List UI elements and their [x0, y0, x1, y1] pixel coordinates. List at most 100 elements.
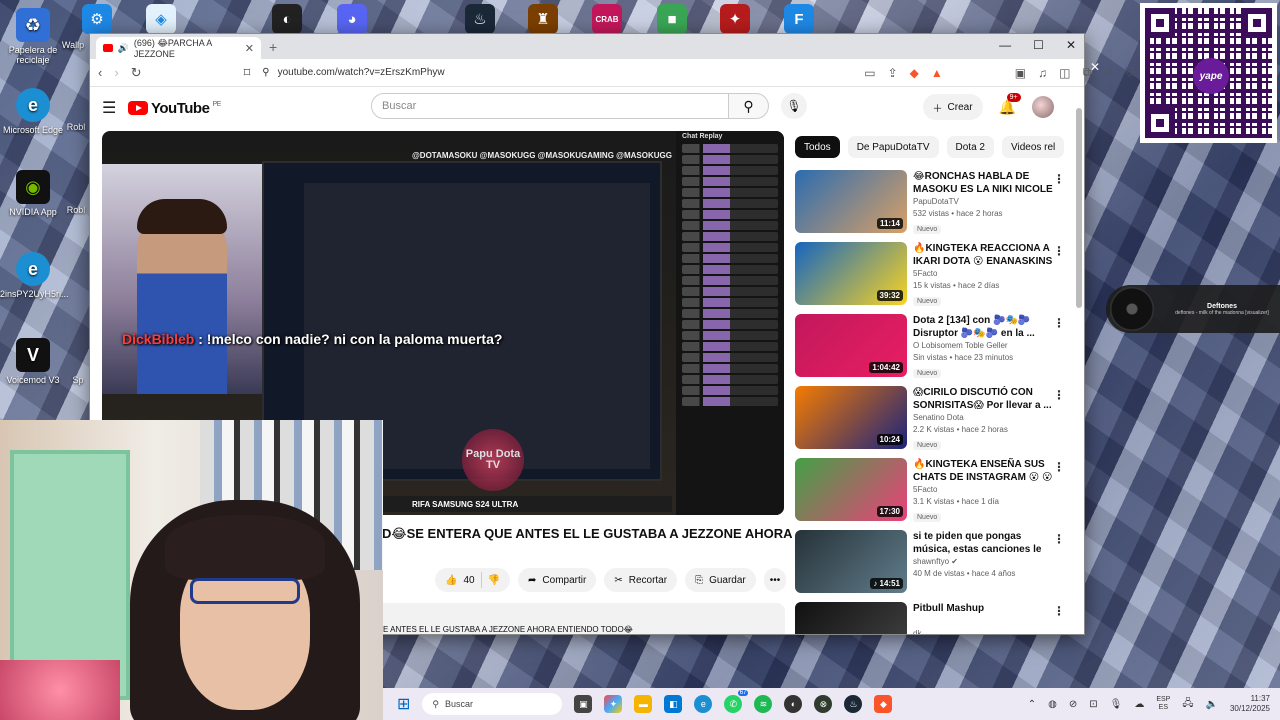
steam-icon[interactable]: ♨ [465, 4, 495, 34]
vpn-icon[interactable]: ⛉ [1125, 65, 1134, 80]
share-icon[interactable]: ⇪ [888, 66, 898, 80]
microsoft-store-icon[interactable]: ◧ [664, 695, 683, 713]
desktop-icon-edge-shortcut[interactable]: e 2insPY2UyH5ri... [0, 252, 69, 299]
file-explorer-icon[interactable]: ▬ [634, 695, 653, 713]
brave-shields-icon[interactable]: ◆ [910, 66, 919, 80]
music-icon[interactable]: ♫ [1038, 66, 1047, 80]
video-thumbnail[interactable]: 1:04:42 [795, 314, 907, 377]
recommendation-item[interactable]: ♪ 14:51 si te piden que pongas música, e… [795, 530, 1065, 602]
recommendation-item[interactable]: 1:04:42 Dota 2 [134] con 🫐🎭🫐 Disruptor 🫐… [795, 314, 1065, 386]
save-button[interactable]: ⎘ Guardar [685, 568, 756, 592]
mute-icon[interactable]: ⊘ [1069, 699, 1077, 710]
maximize-icon[interactable]: ☐ [1033, 38, 1044, 52]
tray-app-icon[interactable]: ◍ [1048, 699, 1057, 710]
site-settings-icon[interactable]: ⚲ [262, 67, 269, 78]
speaker-icon[interactable]: 🔊 [118, 43, 129, 54]
clock[interactable]: 11:37 30/12/2025 [1230, 694, 1270, 714]
desktop-icon-nvidia[interactable]: ◉ NVIDIA App [0, 170, 66, 217]
description-box[interactable]: E ANTES EL LE GUSTABA A JEZZONE AHORA EN… [375, 603, 785, 634]
new-tab-icon[interactable]: + [269, 39, 277, 55]
notifications-button[interactable]: 🔔 9+ [999, 92, 1021, 116]
like-icon[interactable]: 👍 [445, 575, 457, 586]
youtube-logo[interactable]: YouTube PE [128, 100, 221, 117]
windows-start-icon[interactable]: ⊞ [397, 694, 410, 714]
reload-icon[interactable]: ↻ [131, 65, 142, 81]
window-close-icon[interactable]: ✕ [1066, 38, 1076, 52]
desktop-icon-voicemod[interactable]: V Voicemod V3 [0, 338, 66, 385]
more-vertical-icon[interactable]: ⋮ [1053, 172, 1065, 186]
recommendation-title[interactable]: 🔥KINGTEKA ENSEÑA SUS CHATS DE INSTAGRAM … [913, 458, 1053, 484]
recommendation-item[interactable]: 11:14 😂RONCHAS HABLA DE MASOKU ES LA NIK… [795, 170, 1065, 242]
more-actions-button[interactable]: ••• [763, 568, 787, 592]
sidebar-icon[interactable]: ◫ [1059, 66, 1070, 80]
bookmark-icon[interactable]: ⌑ [244, 65, 251, 81]
tab-close-icon[interactable]: ✕ [245, 42, 254, 55]
recommendation-channel[interactable]: PapuDotaTV [913, 196, 1053, 208]
video-thumbnail[interactable]: 11:14 [795, 170, 907, 233]
mic-icon[interactable]: 🎙 [1110, 699, 1123, 710]
recommendation-title[interactable]: 😱CIRILO DISCUTIÓ CON SONRISITAS😱 Por lle… [913, 386, 1053, 412]
app-icon-f[interactable]: F [784, 4, 814, 34]
create-button[interactable]: ＋ Crear [922, 94, 983, 120]
chip-related[interactable]: Videos rel [1001, 136, 1065, 158]
language-indicator[interactable]: ESP ES [1156, 696, 1170, 712]
cast-icon[interactable]: ▭ [864, 66, 875, 80]
brave-icon[interactable]: ◆ [874, 695, 893, 713]
recommendation-title[interactable]: si te piden que pongas música, estas can… [913, 530, 1053, 556]
video-thumbnail[interactable]: 39:32 [795, 242, 907, 305]
edge-icon[interactable]: e [694, 695, 713, 713]
recommendation-channel[interactable]: Senatino Dota [913, 412, 1053, 424]
side-panel-close-icon[interactable]: ✕ [1090, 60, 1100, 74]
video-thumbnail[interactable]: 10:24 [795, 386, 907, 449]
recommendation-item[interactable]: 17:30 🔥KINGTEKA ENSEÑA SUS CHATS DE INST… [795, 458, 1065, 530]
video-thumbnail[interactable] [795, 602, 907, 634]
discord-icon[interactable]: ◕ [337, 4, 367, 34]
search-button[interactable]: ⚲ [729, 93, 769, 119]
app-icon-dock-1[interactable]: ⚙ [82, 4, 112, 34]
more-vertical-icon[interactable]: ⋮ [1053, 244, 1065, 258]
xbox-icon[interactable]: ⊗ [814, 695, 833, 713]
minimize-icon[interactable]: — [999, 38, 1011, 52]
recommendation-channel[interactable]: dk [913, 628, 1053, 634]
browser-tab-active[interactable]: 🔊 (696) 😂PARCHA A JEZZONE ✕ [96, 37, 261, 59]
back-icon[interactable]: ‹ [98, 65, 102, 80]
game-mode-icon[interactable]: ⊡ [1089, 699, 1097, 710]
recommendation-title[interactable]: 😂RONCHAS HABLA DE MASOKU ES LA NIKI NICO… [913, 170, 1053, 196]
desktop-icon-edge[interactable]: e Microsoft Edge [0, 88, 66, 135]
brave-rewards-icon[interactable]: ▲ [931, 66, 943, 80]
leo-icon[interactable]: ✧ [1103, 66, 1113, 80]
forward-icon[interactable]: › [114, 65, 118, 80]
desktop-icon-roblox[interactable]: Robl [62, 122, 90, 132]
recommendation-channel[interactable]: 5Facto [913, 484, 1053, 496]
url-field[interactable]: ⚲ youtube.com/watch?v=zErszKmPhyw [262, 61, 853, 84]
desktop-icon-wallpaper[interactable]: Wallp [58, 40, 88, 50]
like-count[interactable]: 40 [463, 575, 474, 586]
recommendation-item[interactable]: 10:24 😱CIRILO DISCUTIÓ CON SONRISITAS😱 P… [795, 386, 1065, 458]
network-icon[interactable]: 🖧 [1182, 696, 1193, 713]
task-view-icon[interactable]: ▣ [574, 695, 593, 713]
page-scrollbar[interactable] [1076, 88, 1082, 634]
clip-button[interactable]: ✂ Recortar [604, 568, 678, 592]
recommendation-item[interactable]: Pitbull Mashup dk 25 M de vistas • hace … [795, 602, 1065, 634]
recommendation-channel[interactable]: 5Facto [913, 268, 1053, 280]
chip-dota2[interactable]: Dota 2 [946, 136, 994, 158]
wallet-icon[interactable]: ▣ [1015, 66, 1026, 80]
desktop-icon-spotify[interactable]: Sp [66, 375, 90, 385]
video-thumbnail[interactable]: 17:30 [795, 458, 907, 521]
minecraft-icon[interactable]: ■ [657, 4, 687, 34]
copilot-icon[interactable]: ✦ [604, 695, 623, 713]
obs-icon[interactable]: ◐ [784, 695, 803, 713]
dislike-icon[interactable]: 👎 [488, 575, 500, 586]
avatar[interactable] [1032, 96, 1054, 118]
steam-icon[interactable]: ♨ [844, 695, 863, 713]
volume-icon[interactable]: 🔈 [1206, 699, 1218, 710]
voice-search-button[interactable]: 🎙 [781, 93, 807, 119]
more-vertical-icon[interactable]: ⋮ [1053, 316, 1065, 330]
video-thumbnail[interactable]: ♪ 14:51 [795, 530, 907, 593]
recommendation-channel[interactable]: O Lobisomem Toble Geller [913, 340, 1053, 352]
search-input[interactable]: Buscar [371, 93, 729, 119]
recommendation-channel[interactable]: shawnftyo ✔ [913, 556, 1053, 568]
more-vertical-icon[interactable]: ⋮ [1053, 604, 1065, 618]
desktop-icon-recycle-bin[interactable]: ♻ Papelera de reciclaje [0, 8, 66, 65]
app-icon-dock-2[interactable]: ◈ [146, 4, 176, 34]
